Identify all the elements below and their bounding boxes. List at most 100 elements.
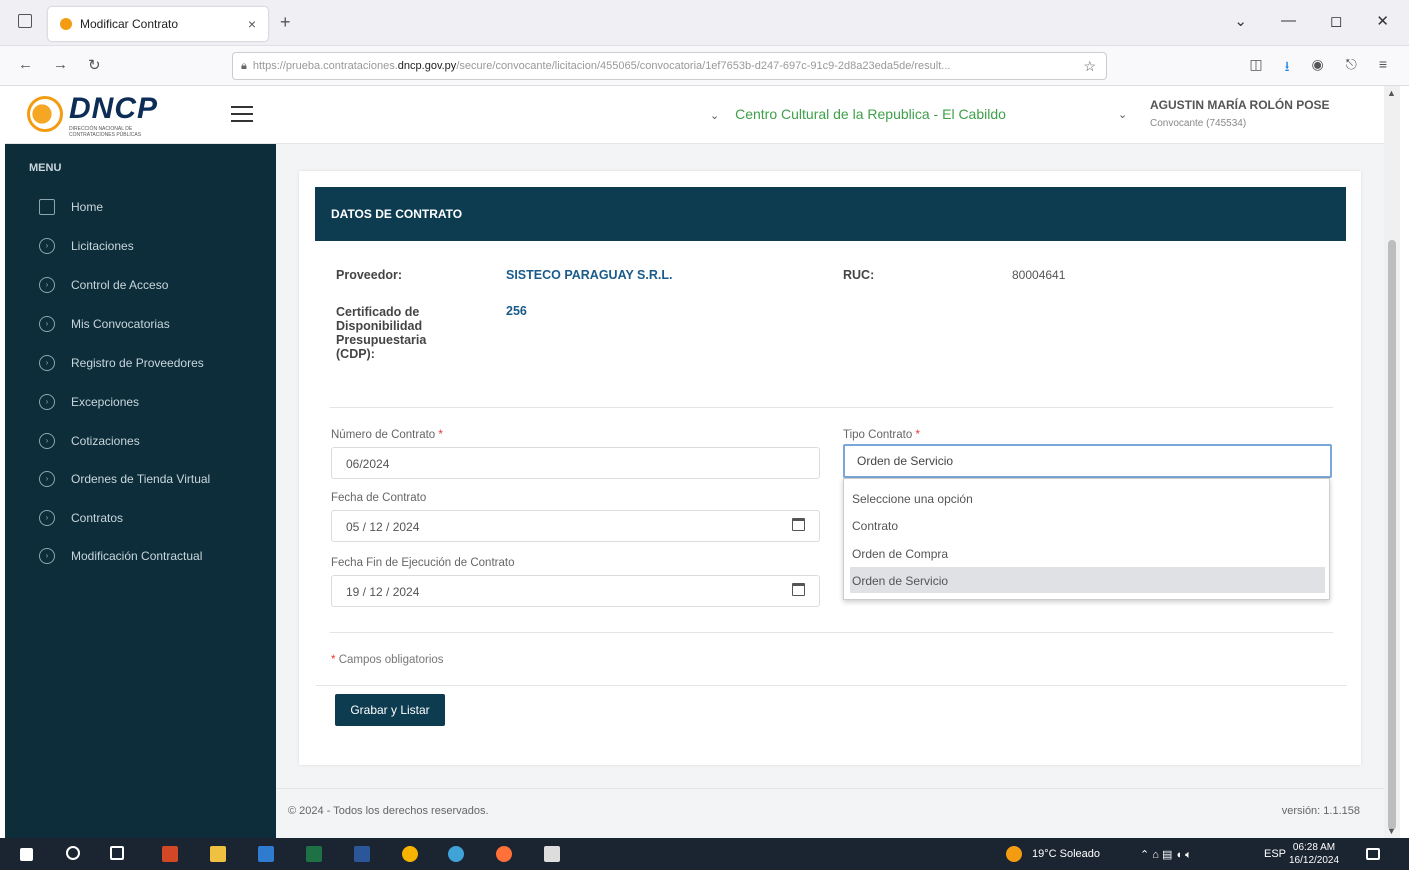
- sidebar-item-home[interactable]: Home: [39, 199, 103, 215]
- back-icon[interactable]: ←: [18, 56, 33, 74]
- tray-icons[interactable]: ⌃ ⌂ ▤ ◖ 🔈︎: [1140, 848, 1192, 862]
- chevron-right-icon: ›: [39, 355, 55, 371]
- pocket-icon[interactable]: ◫: [1249, 56, 1262, 80]
- chevron-right-icon: ›: [39, 277, 55, 293]
- browser-tab[interactable]: Modificar Contrato ×: [48, 7, 268, 41]
- tab-title: Modificar Contrato: [80, 17, 179, 31]
- chrome-icon[interactable]: [402, 846, 418, 862]
- page-footer: © 2024 - Todos los derechos reservados. …: [276, 788, 1384, 838]
- fecha-fin-input[interactable]: 19 / 12 / 2024: [331, 575, 820, 607]
- sidebar-item-ordenes-tienda[interactable]: › Ordenes de Tienda Virtual: [39, 471, 210, 487]
- window-menu-icon[interactable]: [18, 14, 32, 28]
- chevron-right-icon: ›: [39, 471, 55, 487]
- sidebar-item-label: Registro de Proveedores: [71, 356, 204, 370]
- tab-list-icon[interactable]: ⌄: [1234, 12, 1247, 30]
- divider: [330, 632, 1333, 633]
- chevron-right-icon: ›: [39, 238, 55, 254]
- scroll-thumb[interactable]: [1388, 240, 1396, 830]
- numero-contrato-input[interactable]: 06/2024: [331, 447, 820, 479]
- close-window-button[interactable]: ✕: [1376, 12, 1389, 30]
- fecha-contrato-label: Fecha de Contrato: [331, 492, 427, 504]
- fecha-fin-value: 19 / 12 / 2024: [346, 585, 420, 599]
- sidebar-item-label: Licitaciones: [71, 239, 134, 253]
- edge-icon[interactable]: [448, 846, 464, 862]
- download-icon[interactable]: ⭳: [1285, 56, 1290, 80]
- share-icon[interactable]: ⎋: [1346, 56, 1357, 80]
- entity-selector[interactable]: ⌄ Centro Cultural de la Republica - El C…: [710, 106, 1006, 122]
- calendar-icon[interactable]: [792, 583, 805, 596]
- powerpoint-icon[interactable]: [162, 846, 178, 862]
- window-controls: ⌄ — ◻ ✕: [1234, 12, 1389, 30]
- notifications-icon[interactable]: [1366, 848, 1380, 860]
- sidebar: MENU Home › Licitaciones › Control de Acce…: [5, 144, 276, 838]
- word-icon[interactable]: [354, 846, 370, 862]
- app-menu-icon[interactable]: ≡: [1379, 56, 1387, 80]
- page-scrollbar[interactable]: ▲ ▼: [1384, 86, 1400, 838]
- chevron-right-icon: ›: [39, 433, 55, 449]
- excel-icon[interactable]: [306, 846, 322, 862]
- account-icon[interactable]: ◉: [1312, 56, 1324, 80]
- sidebar-item-modificacion-contractual[interactable]: › Modificación Contractual: [39, 548, 202, 564]
- dropdown-option[interactable]: Contrato: [850, 512, 1325, 538]
- numero-contrato-value: 06/2024: [346, 457, 390, 471]
- reload-icon[interactable]: ↻: [88, 56, 101, 74]
- dropdown-option-selected[interactable]: Orden de Servicio: [850, 567, 1325, 593]
- browser-toolbar: ← → ↻ 🔒︎ https://prueba.contrataciones. d…: [0, 46, 1409, 86]
- taskbar-clock[interactable]: 06:28 AM 16/12/2024: [1289, 841, 1339, 867]
- maximize-button[interactable]: ◻: [1330, 12, 1342, 30]
- search-icon[interactable]: [66, 846, 80, 860]
- divider: [330, 407, 1333, 408]
- logo-text: DNCP: [69, 92, 159, 125]
- hamburger-menu-icon[interactable]: [231, 106, 253, 127]
- sidebar-item-licitaciones[interactable]: › Licitaciones: [39, 238, 134, 254]
- ruc-value: 80004641: [1012, 268, 1066, 282]
- proveedor-label: Proveedor:: [336, 268, 402, 282]
- language-indicator[interactable]: ESP: [1264, 848, 1286, 860]
- clock-time: 06:28 AM: [1292, 842, 1336, 853]
- logo-subtitle: DIRECCIÓN NACIONAL DE CONTRATACIONES PÚB…: [69, 126, 142, 138]
- bookmark-star-icon[interactable]: ☆: [1083, 58, 1096, 75]
- sidebar-item-label: Excepciones: [71, 395, 140, 409]
- forward-icon[interactable]: →: [53, 56, 68, 74]
- weather-text[interactable]: 19°C Soleado: [1032, 848, 1100, 860]
- new-tab-button[interactable]: +: [280, 12, 291, 33]
- proveedor-value: SISTECO PARAGUAY S.R.L.: [506, 268, 673, 282]
- windows-start-icon[interactable]: [20, 848, 33, 861]
- address-bar[interactable]: 🔒︎ https://prueba.contrataciones. dncp.go…: [232, 52, 1107, 80]
- firefox-icon[interactable]: [496, 846, 512, 862]
- dncp-logo[interactable]: DNCP DIRECCIÓN NACIONAL DE CONTRATACIONE…: [27, 92, 187, 138]
- mail-icon[interactable]: [258, 846, 274, 862]
- browser-tabbar: Modificar Contrato × + ⌄ — ◻ ✕: [0, 0, 1409, 46]
- divider: [316, 685, 1347, 686]
- fecha-contrato-input[interactable]: 05 / 12 / 2024: [331, 510, 820, 542]
- sidebar-item-contratos[interactable]: › Contratos: [39, 510, 123, 526]
- user-name: AGUSTIN MARÍA ROLÓN POSE: [1150, 98, 1330, 112]
- sidebar-item-cotizaciones[interactable]: › Cotizaciones: [39, 433, 140, 449]
- chevron-right-icon: ›: [39, 316, 55, 332]
- sidebar-item-control-acceso[interactable]: › Control de Acceso: [39, 277, 168, 293]
- calculator-icon[interactable]: [544, 846, 560, 862]
- url-prefix: https://prueba.contrataciones.: [252, 60, 398, 72]
- menu-title: MENU: [29, 162, 62, 174]
- sidebar-item-excepciones[interactable]: › Excepciones: [39, 394, 139, 410]
- sidebar-item-mis-convocatorias[interactable]: › Mis Convocatorias: [39, 316, 170, 332]
- save-and-list-button[interactable]: Grabar y Listar: [335, 694, 445, 726]
- logo-emblem-icon: [27, 96, 63, 132]
- entity-name: Centro Cultural de la Republica - El Cab…: [735, 106, 1006, 122]
- sidebar-item-registro-proveedores[interactable]: › Registro de Proveedores: [39, 355, 204, 371]
- url-domain: dncp.gov.py: [397, 60, 457, 72]
- file-explorer-icon[interactable]: [210, 846, 226, 862]
- chevron-right-icon: ›: [39, 394, 55, 410]
- weather-icon[interactable]: [1006, 846, 1022, 862]
- scroll-up-icon[interactable]: ▲: [1387, 88, 1396, 98]
- calendar-icon[interactable]: [792, 518, 805, 531]
- tab-close-icon[interactable]: ×: [248, 16, 256, 32]
- dropdown-option[interactable]: Seleccione una opción: [850, 485, 1325, 511]
- dropdown-option[interactable]: Orden de Compra: [850, 540, 1325, 566]
- task-view-icon[interactable]: [110, 846, 124, 860]
- user-role: Convocante (745534): [1150, 118, 1247, 129]
- minimize-button[interactable]: —: [1281, 12, 1296, 30]
- tipo-contrato-select[interactable]: Orden de Servicio: [843, 444, 1332, 478]
- required-note: * Campos obligatorios: [331, 654, 444, 666]
- scroll-down-icon[interactable]: ▼: [1387, 826, 1396, 836]
